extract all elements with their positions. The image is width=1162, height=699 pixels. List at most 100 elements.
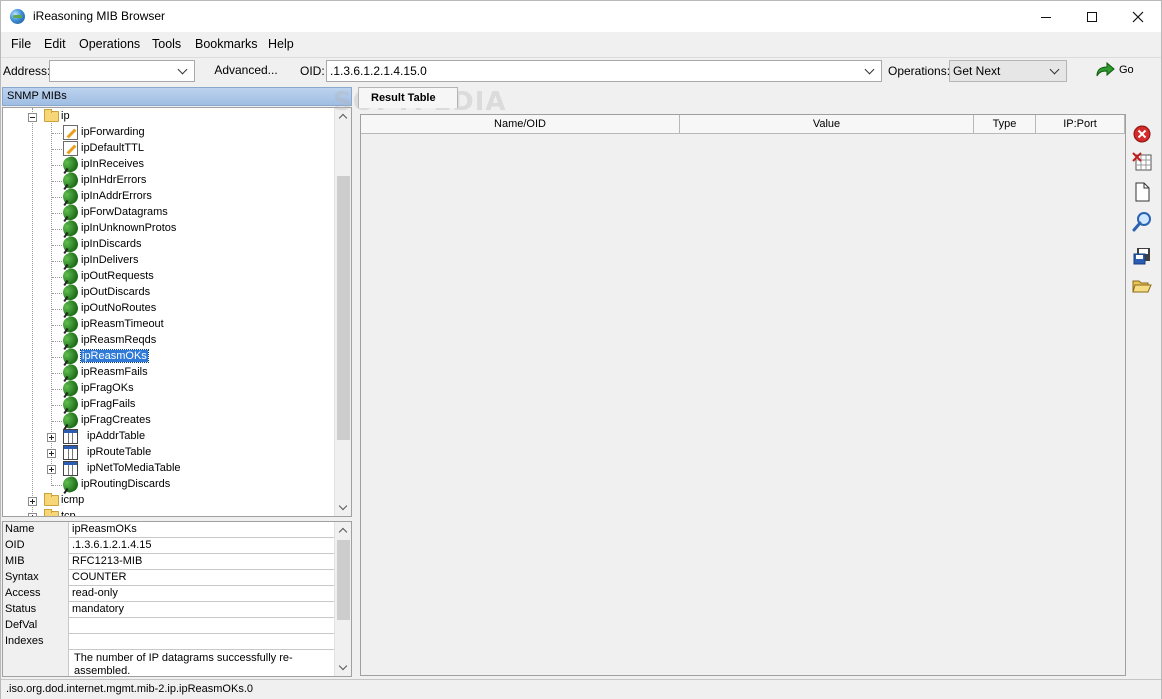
- tree-node-ipReasmOKs[interactable]: ipReasmOKs: [3, 346, 333, 367]
- column-value[interactable]: Value: [680, 115, 974, 134]
- address-combobox[interactable]: [49, 60, 195, 82]
- leaf-icon: [60, 346, 81, 367]
- property-key: Indexes: [3, 634, 69, 650]
- chevron-down-icon[interactable]: [863, 62, 879, 80]
- delete-rows-button[interactable]: [1131, 151, 1153, 173]
- folder-icon: [44, 509, 59, 516]
- collapse-icon[interactable]: [28, 113, 37, 122]
- tree-node-label: ipInAddrErrors: [81, 190, 152, 202]
- leaf-icon: [60, 330, 81, 351]
- menu-file[interactable]: File: [11, 37, 31, 51]
- tree-node-ipNetToMediaTable[interactable]: ipNetToMediaTable: [3, 461, 333, 477]
- tree-node-ipInUnknownProtos[interactable]: ipInUnknownProtos: [3, 218, 333, 239]
- operations-label: Operations:: [888, 64, 951, 78]
- tree-node-ipInAddrErrors[interactable]: ipInAddrErrors: [3, 186, 333, 207]
- leaf-icon: [60, 314, 81, 335]
- column-ip-port[interactable]: IP:Port: [1036, 115, 1125, 134]
- tree-node-ipRouteTable[interactable]: ipRouteTable: [3, 445, 333, 461]
- tree-node-ipForwDatagrams[interactable]: ipForwDatagrams: [3, 202, 333, 223]
- close-button[interactable]: [1115, 1, 1161, 32]
- operations-select[interactable]: Get Next: [949, 60, 1067, 82]
- table-icon: [63, 461, 78, 476]
- tab-result-table[interactable]: Result Table: [358, 87, 458, 108]
- go-arrow-icon: [1096, 62, 1115, 77]
- status-bar: .iso.org.dod.internet.mgmt.mib-2.ip.ipRe…: [1, 679, 1161, 699]
- mib-tree[interactable]: ip ipForwarding ipDefaultTTL ipInReceives ip…: [2, 107, 352, 517]
- tree-connector: [52, 261, 62, 262]
- leaf-icon: [60, 234, 81, 255]
- maximize-button[interactable]: [1069, 1, 1115, 32]
- result-table[interactable]: Name/OID Value Type IP:Port: [360, 114, 1126, 676]
- menu-operations[interactable]: Operations: [79, 37, 140, 51]
- tree-node-ipAddrTable[interactable]: ipAddrTable: [3, 429, 333, 445]
- scroll-down-icon[interactable]: [335, 659, 351, 676]
- stop-button[interactable]: [1131, 123, 1153, 145]
- property-value: read-only: [72, 587, 118, 599]
- tree-node-label: icmp: [61, 494, 85, 506]
- advanced-button[interactable]: Advanced...: [206, 60, 286, 82]
- tree-node-ipFragFails[interactable]: ipFragFails: [3, 394, 333, 415]
- column-type[interactable]: Type: [974, 115, 1036, 134]
- tree-node-label: ipInUnknownProtos: [81, 222, 177, 234]
- go-button[interactable]: Go: [1091, 60, 1139, 82]
- tree-node-ipReasmReqds[interactable]: ipReasmReqds: [3, 330, 333, 351]
- tree-node-ipInDiscards[interactable]: ipInDiscards: [3, 234, 333, 255]
- tree-node-label: ipFragCreates: [81, 414, 151, 426]
- expand-icon[interactable]: [47, 433, 56, 442]
- new-document-button[interactable]: [1131, 181, 1153, 203]
- tree-node-label: ipReasmFails: [81, 366, 148, 378]
- tree-node-ipInHdrErrors[interactable]: ipInHdrErrors: [3, 170, 333, 191]
- menu-tools[interactable]: Tools: [152, 37, 181, 51]
- tree-node-ipRoutingDiscards[interactable]: ipRoutingDiscards: [3, 474, 333, 495]
- folder-icon: [44, 493, 59, 506]
- column-name-oid[interactable]: Name/OID: [361, 115, 680, 134]
- tree-node-ipInReceives[interactable]: ipInReceives: [3, 154, 333, 175]
- tree-scrollbar[interactable]: [334, 108, 351, 516]
- scroll-up-icon[interactable]: [335, 522, 351, 539]
- tree-node-ipOutNoRoutes[interactable]: ipOutNoRoutes: [3, 298, 333, 319]
- tree-node-label: ipAddrTable: [87, 430, 146, 442]
- tree-node-label: ipForwarding: [81, 126, 145, 138]
- menu-help[interactable]: Help: [268, 37, 294, 51]
- find-button[interactable]: [1131, 211, 1153, 233]
- tree-node-ipReasmTimeout[interactable]: ipReasmTimeout: [3, 314, 333, 335]
- tree-node-icmp[interactable]: icmp: [3, 493, 333, 509]
- properties-scroll-thumb[interactable]: [337, 540, 350, 620]
- menu-bookmarks[interactable]: Bookmarks: [195, 37, 258, 51]
- chevron-down-icon[interactable]: [176, 62, 192, 80]
- expand-icon[interactable]: [28, 513, 37, 516]
- tree-node-ipOutRequests[interactable]: ipOutRequests: [3, 266, 333, 287]
- tree-node-ipOutDiscards[interactable]: ipOutDiscards: [3, 282, 333, 303]
- chevron-down-icon[interactable]: [1048, 62, 1064, 80]
- open-button[interactable]: [1131, 275, 1153, 297]
- tree-node-label: ipReasmOKs: [80, 349, 149, 363]
- minimize-button[interactable]: [1023, 1, 1069, 32]
- tree-scroll-thumb[interactable]: [337, 176, 350, 440]
- tree-node-ipInDelivers[interactable]: ipInDelivers: [3, 250, 333, 271]
- tab-result-table-label: Result Table: [371, 92, 436, 104]
- expand-icon[interactable]: [47, 465, 56, 474]
- tree-node-tcp[interactable]: tcp: [3, 509, 333, 517]
- tree-node-ipForwarding[interactable]: ipForwarding: [3, 125, 333, 141]
- tree-node-ipDefaultTTL[interactable]: ipDefaultTTL: [3, 141, 333, 157]
- tree-node-ipFragCreates[interactable]: ipFragCreates: [3, 410, 333, 431]
- tree-node-label: tcp: [61, 510, 76, 517]
- menu-edit[interactable]: Edit: [44, 37, 66, 51]
- tree-node-ipReasmFails[interactable]: ipReasmFails: [3, 362, 333, 383]
- address-label: Address:: [3, 64, 51, 78]
- expand-icon[interactable]: [28, 497, 37, 506]
- oid-combobox[interactable]: .1.3.6.1.2.1.4.15.0: [326, 60, 882, 82]
- save-icon: [1133, 248, 1150, 265]
- save-button[interactable]: [1131, 245, 1153, 267]
- scroll-down-icon[interactable]: [335, 499, 351, 516]
- minimize-icon: [1041, 16, 1051, 18]
- go-label: Go: [1119, 64, 1134, 76]
- tree-connector: [52, 149, 62, 150]
- tree-connector: [52, 293, 62, 294]
- properties-scrollbar[interactable]: [334, 522, 351, 676]
- tree-node-ip[interactable]: ip: [3, 109, 333, 125]
- leaf-icon: [60, 202, 81, 223]
- delete-icon: [1132, 152, 1152, 171]
- tree-node-ipFragOKs[interactable]: ipFragOKs: [3, 378, 333, 399]
- expand-icon[interactable]: [47, 449, 56, 458]
